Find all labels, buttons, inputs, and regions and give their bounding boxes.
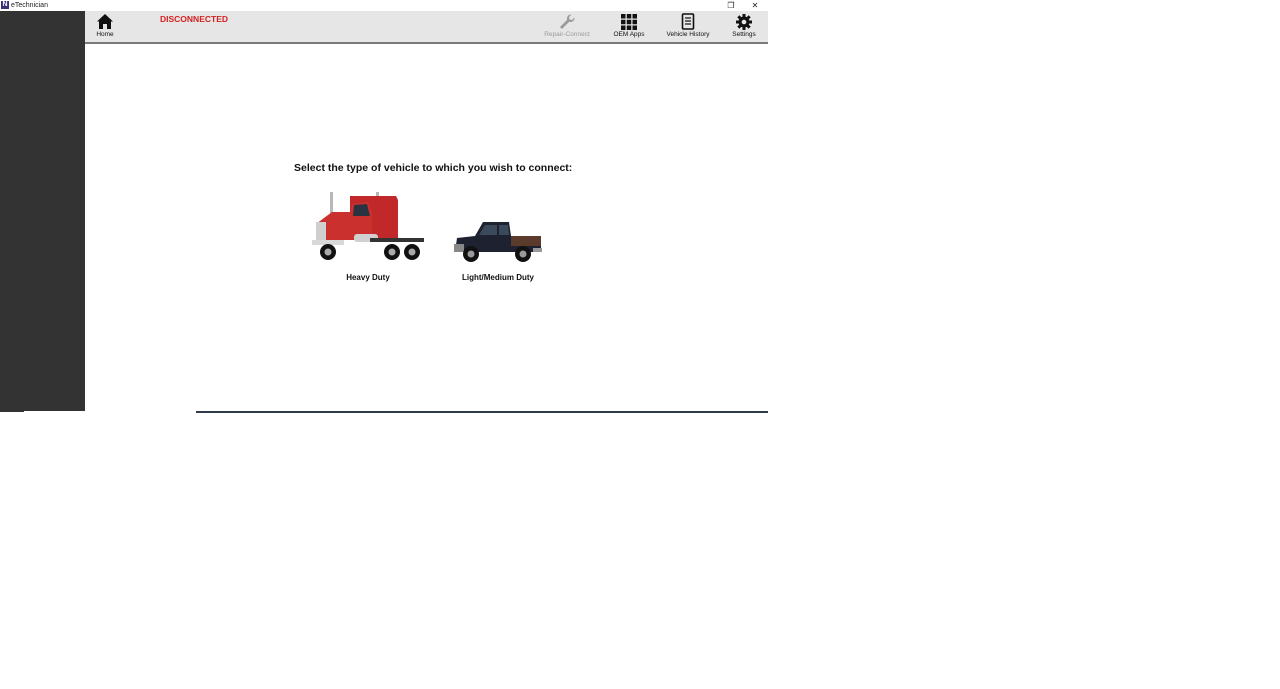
- wrench-icon: [560, 14, 575, 29]
- gear-icon: [736, 14, 752, 30]
- sidebar: [0, 11, 85, 412]
- heavy-duty-label: Heavy Duty: [346, 273, 390, 282]
- light-medium-duty-option[interactable]: Light/Medium Duty: [448, 214, 548, 282]
- home-label: Home: [96, 31, 114, 38]
- toolbar: Home DISCONNECTED Repair-Connect OEM App…: [85, 11, 768, 44]
- oem-apps-label: OEM Apps: [613, 31, 645, 38]
- main-content: Select the type of vehicle to which you …: [85, 44, 768, 412]
- settings-label: Settings: [732, 31, 756, 38]
- bottom-divider-left: [24, 411, 194, 413]
- title-bar: N eTechnician ❐ ✕: [0, 0, 768, 11]
- pickup-truck-image: [454, 222, 542, 262]
- semi-truck-image: [312, 192, 424, 260]
- settings-button[interactable]: Settings: [729, 13, 759, 38]
- grid-icon: [621, 14, 637, 30]
- app-window: N eTechnician ❐ ✕ Home DISCONNECTED Repa…: [0, 0, 768, 414]
- home-icon: [97, 14, 113, 29]
- restore-button[interactable]: ❐: [725, 0, 737, 11]
- home-button[interactable]: Home: [93, 13, 117, 38]
- heavy-duty-option[interactable]: Heavy Duty: [308, 190, 428, 282]
- oem-apps-button[interactable]: OEM Apps: [609, 13, 649, 38]
- light-medium-duty-label: Light/Medium Duty: [462, 273, 534, 282]
- repair-connect-label: Repair-Connect: [544, 31, 590, 38]
- repair-connect-button[interactable]: Repair-Connect: [540, 13, 594, 38]
- app-logo-icon: N: [1, 1, 9, 9]
- connection-status: DISCONNECTED: [160, 14, 229, 24]
- window-title: eTechnician: [11, 2, 48, 9]
- vehicle-history-button[interactable]: Vehicle History: [663, 13, 713, 38]
- bottom-divider: [196, 411, 768, 413]
- close-button[interactable]: ✕: [749, 0, 761, 11]
- document-icon: [681, 13, 695, 30]
- vehicle-history-label: Vehicle History: [666, 31, 710, 38]
- vehicle-type-prompt: Select the type of vehicle to which you …: [294, 162, 573, 174]
